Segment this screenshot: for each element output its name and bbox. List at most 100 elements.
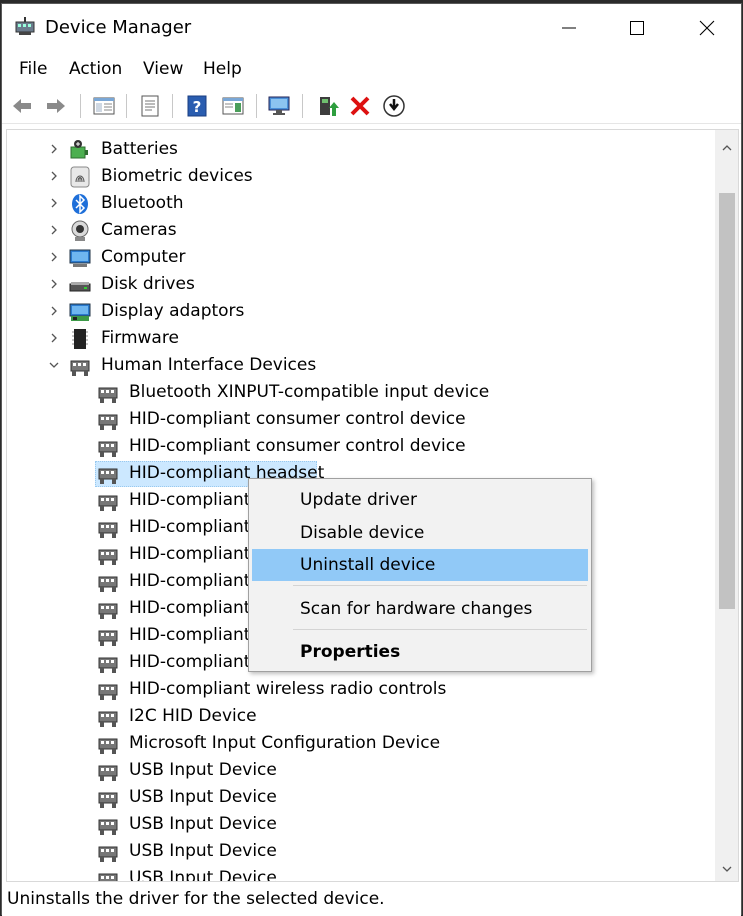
hid-device-row[interactable]: HID-compliant consumer control device xyxy=(7,406,707,433)
hid-device-icon xyxy=(98,441,118,457)
toolbar-separator xyxy=(302,94,303,118)
hid-device-row[interactable]: USB Input Device xyxy=(7,811,707,838)
scroll-down-button[interactable] xyxy=(715,857,738,881)
menu-item-disable-device[interactable]: Disable device xyxy=(252,517,588,549)
hid-device-label: Microsoft Input Configuration Device xyxy=(129,733,441,753)
chevron-right-icon[interactable] xyxy=(47,169,61,183)
display-adapter-icon xyxy=(69,303,91,321)
tree-node-human-interface-devices[interactable]: Human Interface Devices xyxy=(7,352,707,379)
tree-node-label: Batteries xyxy=(101,139,178,159)
menu-item-label: Disable device xyxy=(300,523,425,543)
tree-node-display-adaptors[interactable]: Display adaptors xyxy=(7,298,707,325)
action-pane-icon xyxy=(222,97,244,115)
hid-device-icon xyxy=(98,738,118,754)
hid-device-row[interactable]: HID-compliant wireless radio controls xyxy=(7,676,707,703)
context-menu: Update driver Disable device Uninstall d… xyxy=(248,478,592,672)
toolbar-separator xyxy=(80,94,81,118)
chevron-up-icon xyxy=(722,145,732,151)
menu-view[interactable]: View xyxy=(143,59,183,79)
hid-device-row[interactable]: USB Input Device xyxy=(7,757,707,784)
download-circle-icon xyxy=(383,95,405,117)
menu-item-update-driver[interactable]: Update driver xyxy=(252,484,588,516)
tree-node-batteries[interactable]: Batteries xyxy=(7,136,707,163)
tree-node-disk-drives[interactable]: Disk drives xyxy=(7,271,707,298)
properties-button[interactable] xyxy=(136,92,164,120)
help-button[interactable]: ? xyxy=(183,92,211,120)
monitor-icon xyxy=(69,249,91,267)
tree-node-biometric-devices[interactable]: Biometric devices xyxy=(7,163,707,190)
hid-device-label: HID-compliant xyxy=(129,571,251,591)
enable-device-button[interactable] xyxy=(380,92,408,120)
back-button[interactable] xyxy=(8,92,36,120)
hid-device-label: HID-compliant xyxy=(129,490,251,510)
action-pane-button[interactable] xyxy=(219,92,247,120)
tree-node-bluetooth[interactable]: Bluetooth xyxy=(7,190,707,217)
menu-file[interactable]: File xyxy=(19,59,47,79)
device-manager-window: Device Manager File Action View Help ? B… xyxy=(1,3,742,916)
hid-device-row[interactable]: Microsoft Input Configuration Device xyxy=(7,730,707,757)
chevron-down-icon[interactable] xyxy=(47,358,61,372)
minimize-button[interactable] xyxy=(544,4,594,52)
scrollbar-thumb[interactable] xyxy=(719,193,735,609)
show-hide-console-tree-button[interactable] xyxy=(90,92,118,120)
chevron-right-icon[interactable] xyxy=(47,250,61,264)
tree-node-cameras[interactable]: Cameras xyxy=(7,217,707,244)
toolbar-separator xyxy=(256,94,257,118)
hid-device-icon xyxy=(98,387,118,403)
tree-node-computer[interactable]: Computer xyxy=(7,244,707,271)
chevron-right-icon[interactable] xyxy=(47,223,61,237)
help-icon: ? xyxy=(187,95,207,117)
hid-device-label: Bluetooth XINPUT-compatible input device xyxy=(129,382,490,402)
hid-device-row[interactable]: USB Input Device xyxy=(7,784,707,811)
firmware-chip-icon xyxy=(72,329,88,349)
hid-device-icon xyxy=(98,765,118,781)
close-button[interactable] xyxy=(682,4,732,52)
status-text: Uninstalls the driver for the selected d… xyxy=(7,889,385,909)
update-driver-button[interactable] xyxy=(313,92,341,120)
disk-drive-icon xyxy=(69,282,91,292)
hid-device-icon xyxy=(98,819,118,835)
hid-device-icon xyxy=(98,873,118,881)
scroll-up-button[interactable] xyxy=(715,136,738,160)
tree-node-firmware[interactable]: Firmware xyxy=(7,325,707,352)
hid-device-label: HID-compliant consumer control device xyxy=(129,436,466,456)
menu-separator xyxy=(293,585,587,586)
hid-device-icon xyxy=(98,846,118,862)
menu-item-label: Properties xyxy=(300,642,401,662)
maximize-button[interactable] xyxy=(612,4,662,52)
chevron-right-icon[interactable] xyxy=(47,142,61,156)
chevron-right-icon[interactable] xyxy=(47,304,61,318)
menu-action[interactable]: Action xyxy=(69,59,122,79)
hid-device-row[interactable]: I2C HID Device xyxy=(7,703,707,730)
hid-device-row[interactable]: USB Input Device xyxy=(7,865,707,881)
menu-item-scan-hardware[interactable]: Scan for hardware changes xyxy=(252,593,588,625)
hid-device-icon xyxy=(98,657,118,673)
menu-item-label: Update driver xyxy=(300,490,417,510)
chevron-down-icon xyxy=(722,866,732,872)
menu-bar: File Action View Help xyxy=(2,52,741,88)
vertical-scrollbar[interactable] xyxy=(715,130,738,881)
chevron-right-icon[interactable] xyxy=(47,277,61,291)
tree-node-label: Display adaptors xyxy=(101,301,245,321)
hid-device-label: HID-compliant xyxy=(129,625,251,645)
arrow-left-icon xyxy=(13,99,31,113)
hid-device-label: HID-compliant xyxy=(129,598,251,618)
forward-button[interactable] xyxy=(42,92,70,120)
hid-device-icon xyxy=(98,414,118,430)
menu-item-properties[interactable]: Properties xyxy=(252,636,588,668)
title-bar[interactable]: Device Manager xyxy=(2,4,741,52)
hid-device-row[interactable]: HID-compliant consumer control device xyxy=(7,433,707,460)
uninstall-button[interactable] xyxy=(346,92,374,120)
menu-help[interactable]: Help xyxy=(203,59,242,79)
hid-device-label: USB Input Device xyxy=(129,841,277,861)
hid-device-label: HID-compliant xyxy=(129,517,251,537)
scan-hardware-button[interactable] xyxy=(265,92,293,120)
hid-device-row[interactable]: USB Input Device xyxy=(7,838,707,865)
menu-item-uninstall-device[interactable]: Uninstall device xyxy=(252,549,588,581)
chevron-right-icon[interactable] xyxy=(47,196,61,210)
hid-device-label: HID-compliant wireless radio controls xyxy=(129,679,447,699)
tree-node-label: Computer xyxy=(101,247,186,267)
hid-device-label: HID-compliant consumer control device xyxy=(129,409,466,429)
chevron-right-icon[interactable] xyxy=(47,331,61,345)
hid-device-row[interactable]: Bluetooth XINPUT-compatible input device xyxy=(7,379,707,406)
